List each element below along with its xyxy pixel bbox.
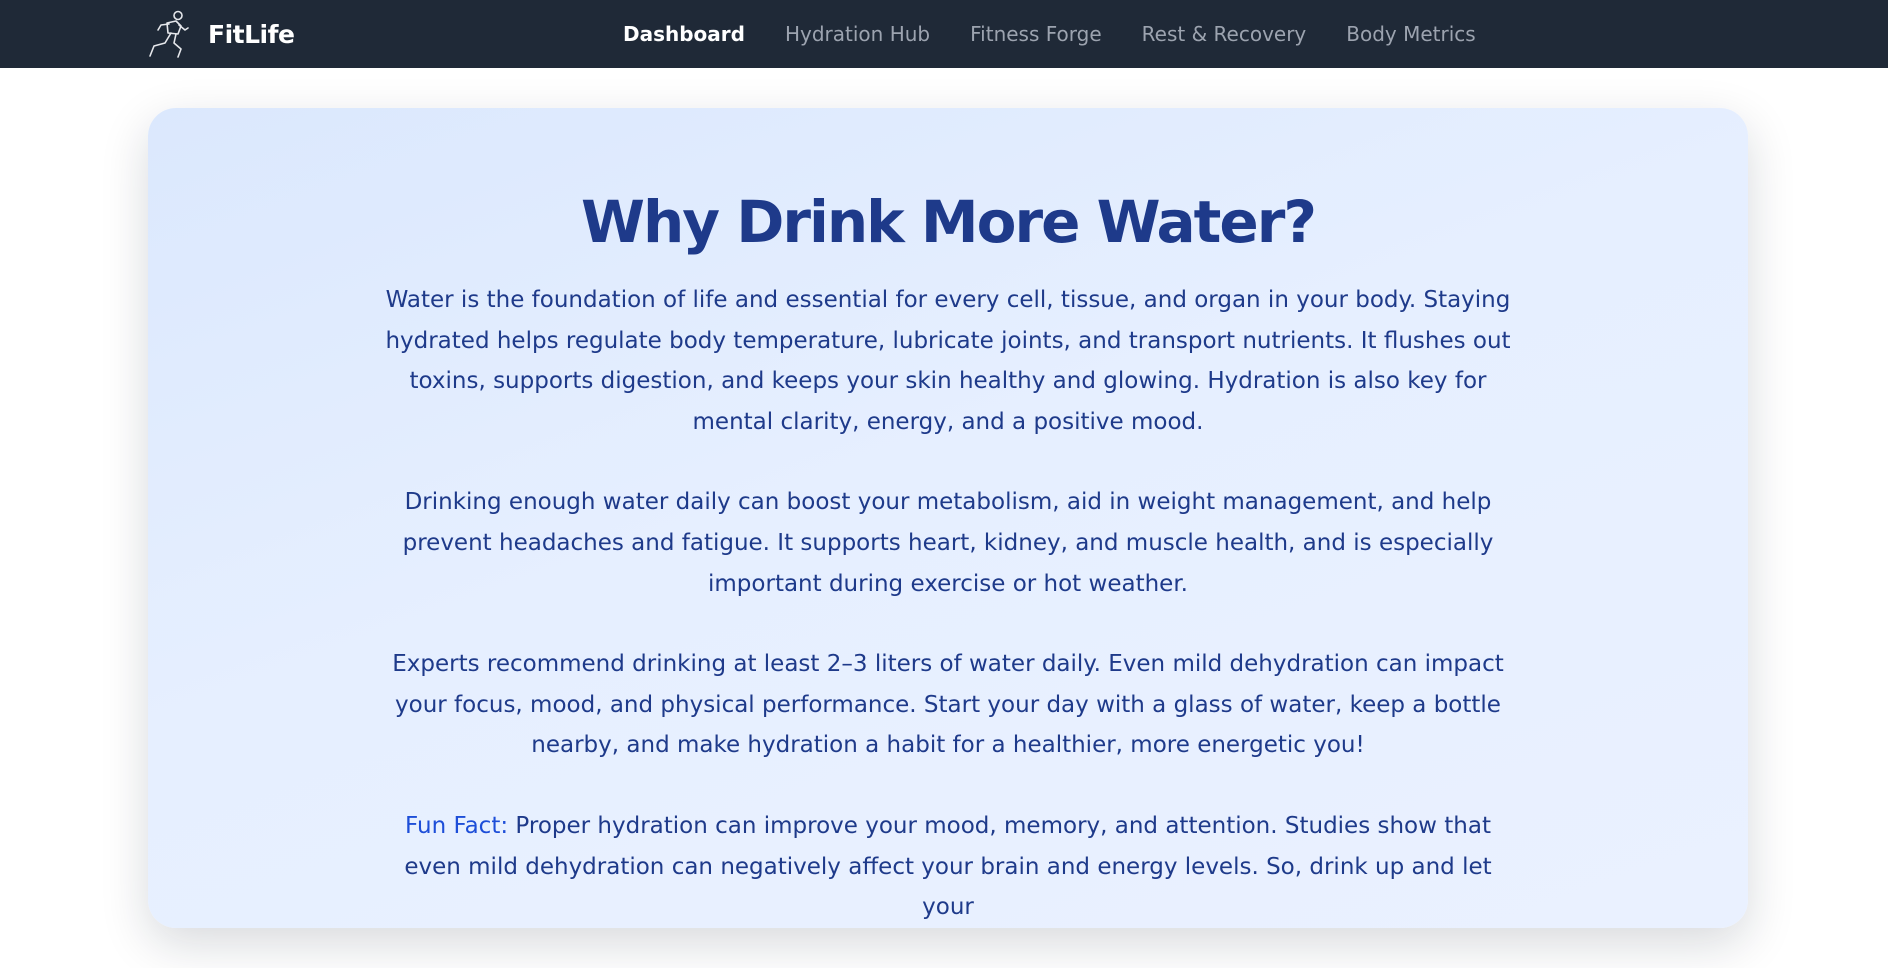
nav-dashboard[interactable]: Dashboard [623,22,745,46]
nav-hydration-hub[interactable]: Hydration Hub [785,22,930,46]
fun-fact-paragraph: Fun Fact: Proper hydration can improve y… [378,806,1518,928]
main-nav: Dashboard Hydration Hub Fitness Forge Re… [623,0,1476,68]
brand-name: FitLife [208,19,295,49]
fun-fact-text: Proper hydration can improve your mood, … [404,812,1492,921]
recommendation-paragraph: Experts recommend drinking at least 2–3 … [392,651,1504,759]
info-paragraphs: Water is the foundation of life and esse… [378,280,1518,968]
top-navbar: FitLife Dashboard Hydration Hub Fitness … [0,0,1888,68]
running-person-icon [149,10,189,58]
brand-logo[interactable]: FitLife [148,8,295,60]
nav-body-metrics[interactable]: Body Metrics [1346,22,1475,46]
benefits-paragraph: Drinking enough water daily can boost yo… [402,489,1494,597]
page-title: Why Drink More Water? [580,188,1317,256]
fun-fact-label: Fun Fact: [405,812,509,839]
nav-fitness-forge[interactable]: Fitness Forge [970,22,1102,46]
hydration-info-card: Why Drink More Water? Water is the found… [148,108,1748,928]
nav-rest-recovery[interactable]: Rest & Recovery [1142,22,1307,46]
intro-paragraph: Water is the foundation of life and esse… [385,287,1511,435]
